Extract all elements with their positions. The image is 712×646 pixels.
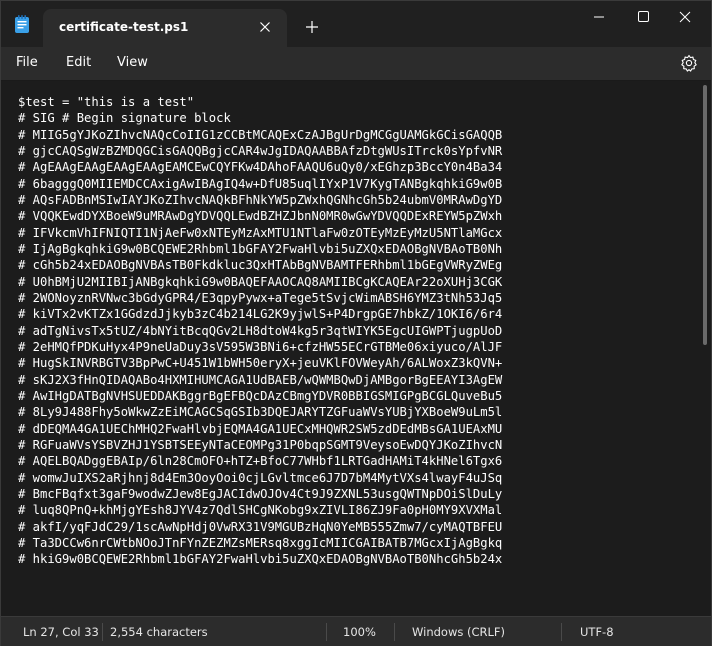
status-divider: [326, 623, 327, 641]
encoding[interactable]: UTF-8: [580, 625, 614, 639]
notepad-icon: [15, 15, 29, 33]
vertical-scrollbar[interactable]: [703, 85, 707, 345]
code-line: # AgEAAgEAAgEAAgEAAgEAMCEwCQYFKw4DAhoFAA…: [18, 160, 503, 175]
notepad-window: certificate-test.ps1 File Edit View $tes…: [0, 0, 712, 646]
document-tab[interactable]: certificate-test.ps1: [43, 9, 287, 47]
code-line: # RGFuaWVsYSBVZHJ1YSBTSEEyNTaCEOMPg31P0b…: [18, 437, 503, 452]
code-line: # VQQKEwdDYXBoeW9uMRAwDgYDVQQLEwdBZHZJbn…: [18, 209, 503, 224]
menu-file[interactable]: File: [12, 53, 42, 75]
code-line: # 8Ly9J488Fhy5oWkwZzEiMCAGCSqGSIb3DQEJAR…: [18, 405, 503, 420]
code-line: # IjAgBgkqhkiG9w0BCQEWE2Rhbml1bGFAY2FwaH…: [18, 241, 503, 256]
code-line: # HugSkINVRBGTV3BpPwC+U451W1bWH50eryX+je…: [18, 356, 503, 371]
status-bar: Ln 27, Col 33 2,554 characters 100% Wind…: [1, 616, 711, 646]
code-line: # kiVTx2vKTZx1GGdzdJjkyb3zC4b214LG2K9yjw…: [18, 307, 503, 322]
line-ending[interactable]: Windows (CRLF): [412, 625, 505, 639]
code-line: $test = "this is a test": [18, 95, 195, 109]
editor-content[interactable]: $test = "this is a test" # SIG # Begin si…: [18, 94, 502, 568]
code-line: # AwIHgDATBgNVHSUEDDAKBggrBgEFBQcDAzCBmg…: [18, 388, 503, 403]
minimize-icon[interactable]: [579, 5, 619, 29]
code-line: # gjcCAQSgWzBZMDQGCisGAQQBgjcCAR4wJgIDAQ…: [18, 143, 503, 158]
status-divider: [394, 623, 395, 641]
menu-edit[interactable]: Edit: [62, 53, 95, 75]
maximize-icon[interactable]: [623, 5, 663, 29]
code-line: # IFVkcmVhIFNIQTI1NjAeFw0xNTEyMzAxMTU1NT…: [18, 225, 503, 240]
tab-title: certificate-test.ps1: [59, 20, 189, 34]
text-editor[interactable]: $test = "this is a test" # SIG # Begin si…: [1, 81, 711, 616]
status-divider: [102, 623, 103, 641]
status-divider: [561, 623, 562, 641]
code-line: # 2WONoyznRVNwc3bGdyGPR4/E3qpyPywx+aTege…: [18, 290, 503, 305]
gear-icon[interactable]: [679, 53, 699, 73]
cursor-position[interactable]: Ln 27, Col 33: [23, 625, 99, 639]
menu-view[interactable]: View: [113, 53, 152, 75]
code-line: # Ta3DCCw6nrCWtbNOoJTnFYnZEZMZsMERsq8xgg…: [18, 535, 503, 550]
code-line: # 6bagggQ0MIIEMDCCAxigAwIBAgIQ4w+DfU85uq…: [18, 176, 503, 191]
code-line: # womwJuIXS2aRjhnj8d4Em3OoyOoi0cjLGvltmc…: [18, 470, 503, 485]
close-icon[interactable]: [255, 17, 275, 37]
code-line: # hkiG9w0BCQEWE2Rhbml1bGFAY2FwaHlvbi5uZX…: [18, 552, 503, 567]
zoom-level[interactable]: 100%: [343, 625, 376, 639]
code-line: # AQELBQADggEBAIp/6ln28CmOFO+hTZ+BfoC77W…: [18, 454, 503, 469]
code-line: # sKJ2X3fHnQIDAQABo4HXMIHUMCAGA1UdBAEB/w…: [18, 372, 503, 387]
code-line: # adTgNivsTx5tUZ/4bNYitBcqQGv2LH8dtoW4kg…: [18, 323, 503, 338]
close-icon[interactable]: [665, 5, 705, 29]
code-line: # dDEQMA4GA1UEChMHQ2FwaHlvbjEQMA4GA1UECx…: [18, 421, 503, 436]
title-bar[interactable]: certificate-test.ps1: [1, 1, 711, 47]
code-line: # luq8QPnQ+khMjgYEsh8JYV4z7QdlSHCgNKobg9…: [18, 503, 503, 518]
character-count: 2,554 characters: [110, 625, 208, 639]
code-line: # cGh5b24xEDAOBgNVBAsTB0Fkdkluc3QxHTAbBg…: [18, 258, 503, 273]
plus-icon[interactable]: [301, 16, 323, 38]
menu-bar: File Edit View: [1, 47, 711, 81]
code-line: # U0hBMjU2MIIBIjANBgkqhkiG9w0BAQEFAAOCAQ…: [18, 274, 503, 289]
code-line: # MIIG5gYJKoZIhvcNAQcCoIIG1zCCBtMCAQExCz…: [18, 127, 503, 142]
code-line: # BmcFBqfxt3gaF9wodwZJew8EgJACIdwOJOv4Ct…: [18, 486, 503, 501]
code-line: # AQsFADBnMSIwIAYJKoZIhvcNAQkBFhNkYW5pZW…: [18, 192, 503, 207]
code-line: # SIG # Begin signature block: [18, 111, 231, 126]
code-line: # 2eHMQfPDKuHyx4P9neUaDuy3sV595W3BNi6+cf…: [18, 339, 503, 354]
code-line: # akfI/yqFJdC29/1scAwNpHdj0VwRX31V9MGUBz…: [18, 519, 503, 534]
